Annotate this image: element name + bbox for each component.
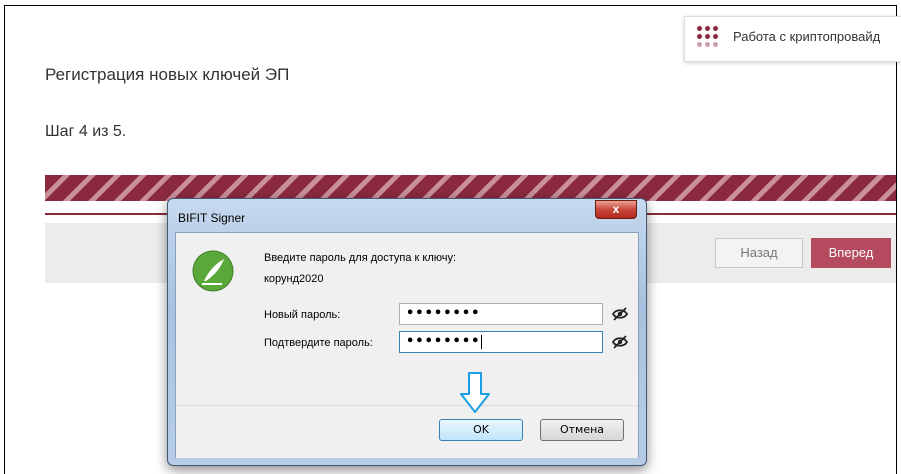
page-title: Регистрация новых ключей ЭП	[45, 65, 290, 84]
grid-dots-icon	[697, 26, 727, 52]
eye-hidden-icon[interactable]	[612, 334, 628, 350]
bifit-signer-dialog: BIFIT Signer x Введите пароль для доступ…	[167, 198, 647, 466]
cancel-button[interactable]: Отмена	[540, 419, 624, 441]
close-button[interactable]: x	[595, 200, 637, 219]
new-password-label: Новый пароль:	[264, 309, 341, 321]
confirm-password-value: ••••••••	[406, 334, 481, 349]
eye-hidden-icon[interactable]	[612, 306, 628, 322]
confirm-password-field[interactable]: ••••••••	[399, 331, 603, 353]
confirm-password-label: Подтвердите пароль:	[264, 337, 373, 349]
next-button[interactable]: Вперед	[811, 238, 891, 268]
crypto-provider-link[interactable]: Работа с криптопровайд	[684, 16, 901, 62]
step-indicator: Шаг 4 из 5.	[45, 123, 127, 140]
dialog-body: Введите пароль для доступа к ключу: кору…	[175, 232, 639, 458]
new-password-field[interactable]: ••••••••	[399, 303, 603, 325]
key-name: корунд2020	[264, 273, 324, 285]
ok-button[interactable]: OK	[439, 419, 523, 441]
back-button[interactable]: Назад	[715, 238, 803, 268]
down-arrow-icon	[460, 372, 490, 413]
password-prompt: Введите пароль для доступа к ключу:	[264, 252, 457, 264]
bifit-signer-logo-icon	[192, 250, 234, 292]
dialog-title: BIFIT Signer	[178, 211, 246, 225]
text-caret	[481, 334, 483, 349]
new-password-value: ••••••••	[406, 306, 481, 321]
crypto-provider-label: Работа с криптопровайд	[733, 29, 881, 44]
